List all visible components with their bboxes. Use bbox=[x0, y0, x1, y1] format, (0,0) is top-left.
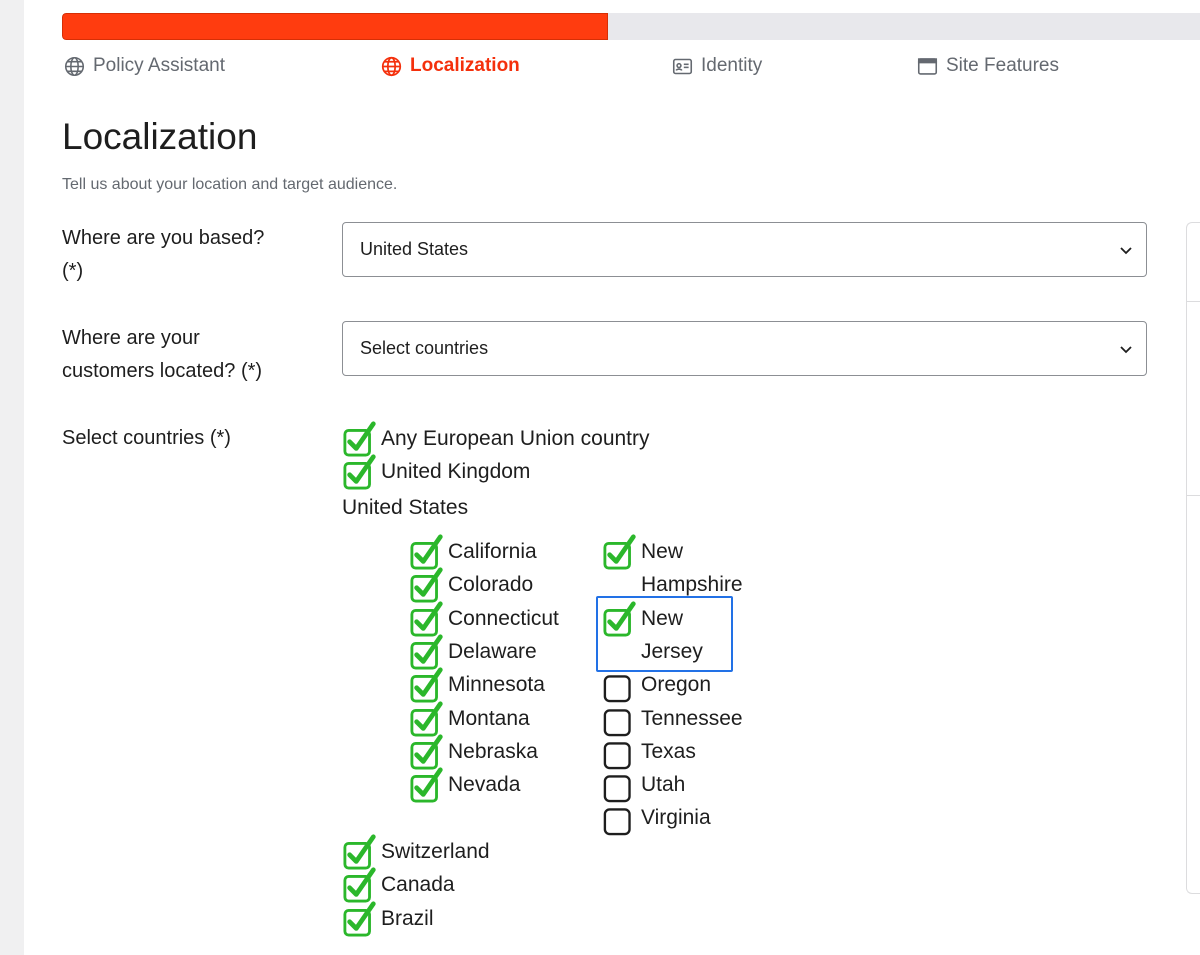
checkbox-label: United Kingdom bbox=[381, 460, 531, 484]
checkbox-any-european-union-country[interactable]: Any European Union country bbox=[342, 421, 650, 457]
checkbox-label: Texas bbox=[641, 739, 696, 763]
customers-label-line1: Where are your bbox=[62, 327, 200, 349]
page-subtitle: Tell us about your location and target a… bbox=[62, 176, 398, 193]
checkbox-unchecked-icon[interactable] bbox=[602, 805, 631, 836]
checkbox-label: Colorado bbox=[448, 573, 534, 597]
checkbox-label: Any European Union country bbox=[381, 427, 650, 450]
checkbox-checked-icon[interactable] bbox=[342, 834, 376, 870]
based-label: Where are you based? (*) bbox=[62, 222, 312, 288]
step-label: Policy Assistant bbox=[93, 55, 225, 76]
wizard-progress-bar bbox=[62, 13, 1200, 40]
checkbox-oregon[interactable]: Oregon bbox=[602, 668, 712, 703]
checkbox-label: California bbox=[448, 540, 537, 563]
checkbox-label: Connecticut bbox=[448, 606, 559, 630]
checkbox-switzerland[interactable]: Switzerland bbox=[342, 834, 490, 870]
checkbox-label: Minnesota bbox=[448, 673, 545, 697]
checkbox-virginia[interactable]: Virginia bbox=[602, 801, 711, 836]
based-country-value: United States bbox=[360, 239, 469, 259]
checkbox-checked-icon[interactable] bbox=[409, 567, 443, 603]
checkbox-label: Delaware bbox=[448, 639, 537, 663]
customers-label-line2: customers located? (*) bbox=[62, 360, 263, 382]
checkbox-label: Montana bbox=[448, 706, 530, 730]
side-panel-edge bbox=[1186, 222, 1200, 894]
checkbox-montana[interactable]: Montana bbox=[409, 700, 530, 736]
checkbox-nevada[interactable]: Nevada bbox=[409, 767, 521, 803]
checkbox-minnesota[interactable]: Minnesota bbox=[409, 667, 545, 703]
step-label: Identity bbox=[701, 55, 763, 76]
checkbox-checked-icon[interactable] bbox=[409, 601, 443, 637]
checkbox-label: Virginia bbox=[641, 806, 711, 830]
checkbox-label: Canada bbox=[381, 873, 455, 897]
checkbox-delaware[interactable]: Delaware bbox=[409, 634, 537, 670]
checkbox-checked-icon[interactable] bbox=[409, 634, 443, 670]
step-label: Site Features bbox=[946, 55, 1059, 76]
wizard-progress-fill bbox=[62, 13, 609, 40]
checkbox-checked-icon[interactable] bbox=[409, 767, 443, 803]
checkbox-checked-icon[interactable] bbox=[409, 700, 443, 736]
step-localization[interactable]: Localization bbox=[381, 54, 520, 78]
checkbox-nebraska[interactable]: Nebraska bbox=[409, 734, 538, 770]
checkbox-unchecked-icon[interactable] bbox=[602, 706, 631, 736]
globe-icon bbox=[64, 56, 85, 77]
checkbox-label: Nevada bbox=[448, 773, 521, 797]
based-label-line2: (*) bbox=[62, 260, 84, 282]
chevron-down-icon bbox=[1120, 247, 1132, 255]
select-countries-label: Select countries (*) bbox=[62, 427, 231, 449]
based-country-select[interactable]: United States bbox=[342, 222, 1147, 277]
checkbox-california[interactable]: California bbox=[409, 534, 537, 570]
customers-countries-select[interactable]: Select countries bbox=[342, 321, 1147, 376]
checkbox-canada[interactable]: Canada bbox=[342, 867, 455, 903]
checkbox-checked-icon[interactable] bbox=[409, 734, 443, 770]
step-label: Localization bbox=[410, 55, 520, 76]
checkbox-label: New Hampshire bbox=[641, 535, 743, 601]
chevron-down-icon bbox=[1120, 346, 1132, 354]
checkbox-label: Utah bbox=[641, 773, 686, 797]
globe-icon bbox=[381, 56, 402, 77]
checkbox-label-line1: New bbox=[641, 540, 684, 563]
checkbox-checked-icon[interactable] bbox=[409, 534, 443, 570]
step-site-features[interactable]: Site Features bbox=[917, 54, 1059, 78]
checkbox-unchecked-icon[interactable] bbox=[602, 672, 631, 703]
checkbox-label: Tennessee bbox=[641, 706, 743, 730]
checkbox-label: Brazil bbox=[381, 906, 434, 930]
step-policy-assistant[interactable]: Policy Assistant bbox=[64, 54, 225, 78]
united-states-group-label: United States bbox=[342, 496, 469, 519]
checkbox-tennessee[interactable]: Tennessee bbox=[602, 702, 743, 736]
focus-ring bbox=[596, 596, 733, 672]
page-title: Localization bbox=[62, 116, 258, 157]
checkbox-brazil[interactable]: Brazil bbox=[342, 901, 434, 937]
checkbox-label: Nebraska bbox=[448, 739, 538, 763]
checkbox-utah[interactable]: Utah bbox=[602, 768, 686, 803]
checkbox-label: Oregon bbox=[641, 673, 712, 697]
step-identity[interactable]: Identity bbox=[672, 54, 762, 78]
customers-countries-value: Select countries bbox=[360, 338, 489, 358]
checkbox-unchecked-icon[interactable] bbox=[602, 739, 631, 770]
based-label-line1: Where are you based? bbox=[62, 227, 265, 249]
checkbox-checked-icon[interactable] bbox=[342, 867, 376, 903]
checkbox-unchecked-icon[interactable] bbox=[602, 772, 631, 803]
checkbox-texas[interactable]: Texas bbox=[602, 735, 696, 770]
checkbox-checked-icon[interactable] bbox=[342, 421, 376, 457]
checkbox-checked-icon[interactable] bbox=[342, 454, 376, 490]
checkbox-label: Switzerland bbox=[381, 840, 490, 863]
checkbox-checked-icon[interactable] bbox=[342, 901, 376, 937]
checkbox-united-kingdom[interactable]: United Kingdom bbox=[342, 454, 531, 490]
checkbox-checked-icon[interactable] bbox=[409, 667, 443, 703]
browser-window-icon bbox=[917, 56, 938, 77]
checkbox-checked-icon[interactable] bbox=[602, 534, 636, 570]
checkbox-new-hampshire[interactable]: New Hampshire bbox=[602, 534, 743, 596]
customers-label: Where are your customers located? (*) bbox=[62, 322, 312, 388]
id-card-icon bbox=[672, 56, 693, 77]
checkbox-connecticut[interactable]: Connecticut bbox=[409, 601, 559, 637]
checkbox-colorado[interactable]: Colorado bbox=[409, 567, 534, 603]
